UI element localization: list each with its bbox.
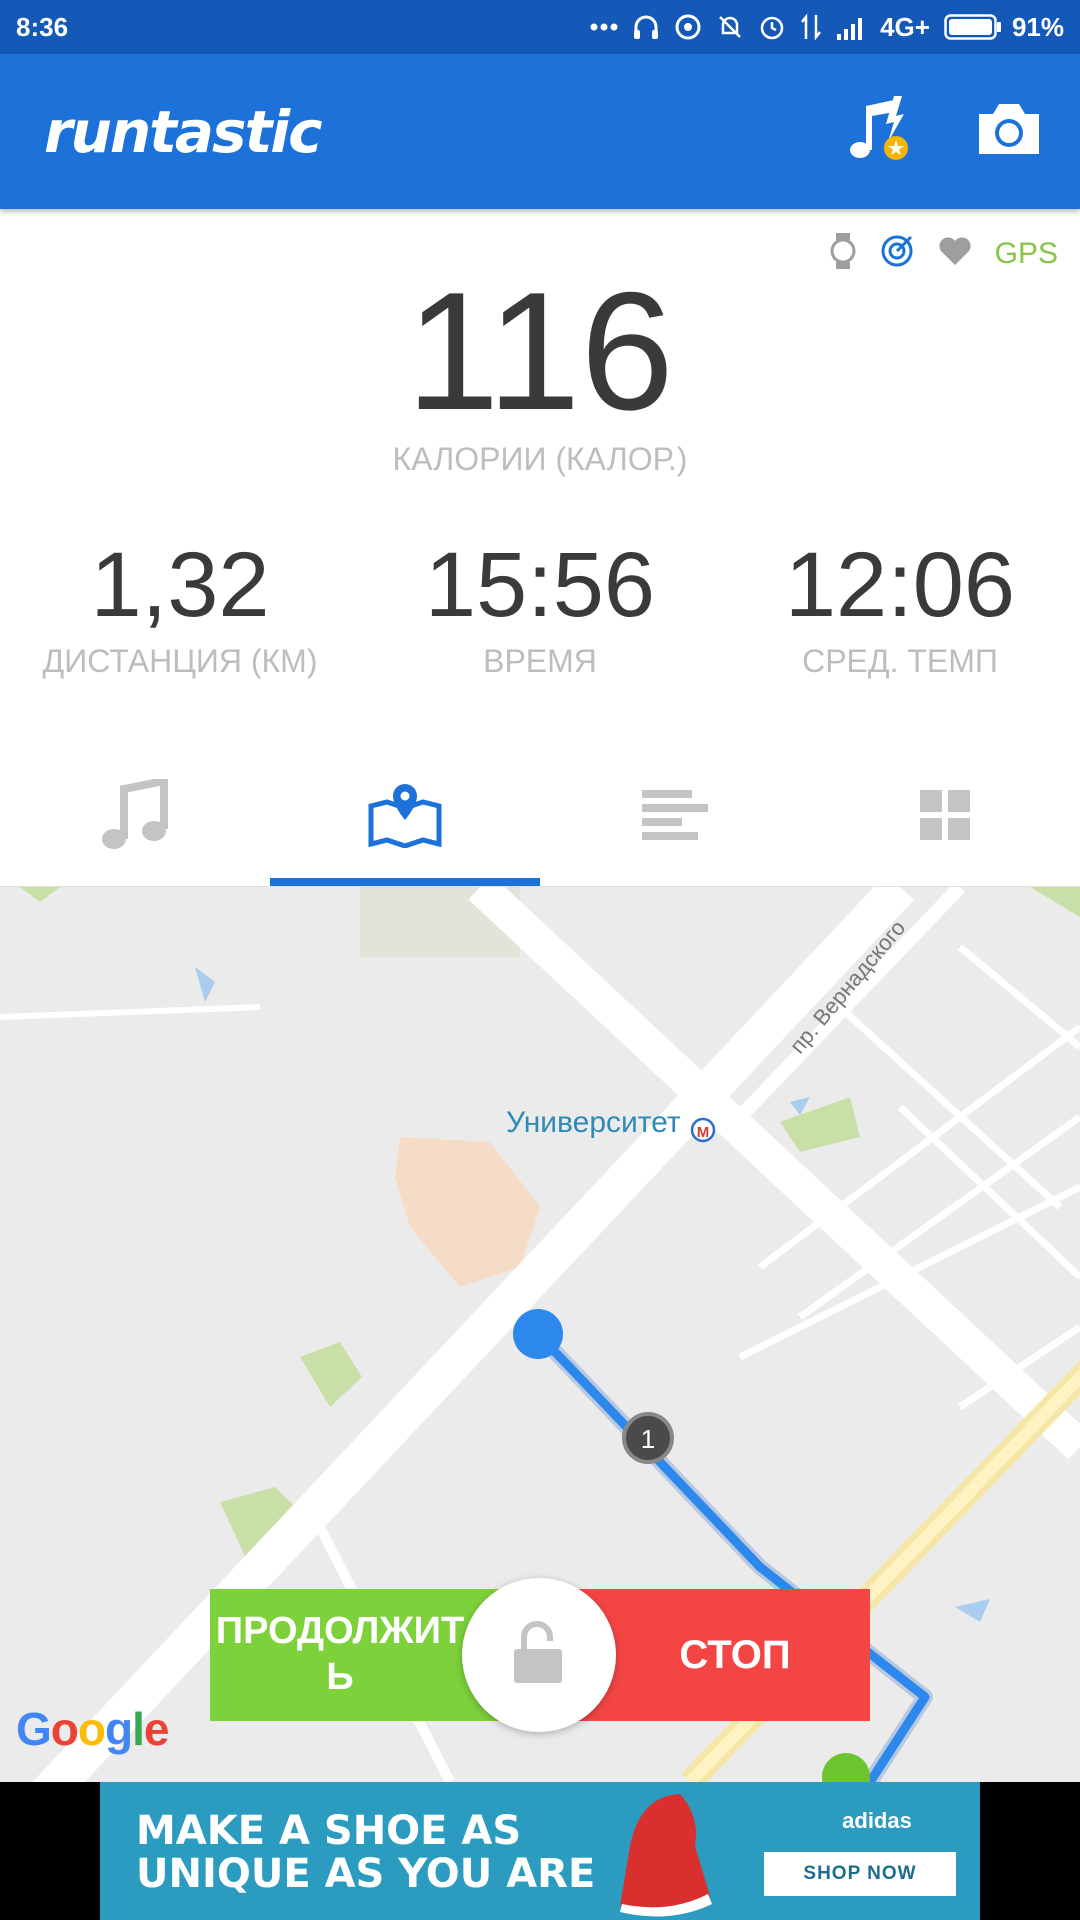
- distance-label: ДИСТАНЦИЯ (КМ): [42, 643, 318, 679]
- headphones-icon: [632, 13, 660, 41]
- battery-icon: [944, 14, 1002, 40]
- unlock-slider[interactable]: [462, 1578, 616, 1732]
- stats-panel: GPS 116 КАЛОРИИ (КАЛОР.) 1,32 ДИСТАНЦИЯ …: [0, 209, 1080, 749]
- view-tabs: [0, 749, 1080, 887]
- camera-button[interactable]: [972, 95, 1046, 169]
- tab-music[interactable]: [0, 749, 270, 886]
- calories-label: КАЛОРИИ (КАЛОР.): [392, 441, 688, 477]
- stop-label: СТОП: [679, 1632, 791, 1677]
- ad-bar: MAKE A SHOE AS UNIQUE AS YOU ARE adidas …: [0, 1782, 1080, 1920]
- status-time: 8:36: [16, 11, 69, 42]
- ad-headline: MAKE A SHOE AS UNIQUE AS YOU ARE: [136, 1808, 596, 1898]
- mute-bell-icon: [716, 13, 744, 41]
- adidas-logo: adidas: [842, 1808, 912, 1833]
- hotspot-icon: [674, 13, 702, 41]
- shoe-image: [620, 1794, 712, 1917]
- status-bar: 8:36 4G+ 91%: [0, 0, 1080, 54]
- time-metric: 15:56 ВРЕМЯ: [360, 539, 720, 680]
- split-marker[interactable]: 1: [641, 1424, 655, 1454]
- bars-icon: [640, 788, 710, 847]
- google-attribution: Google: [16, 1703, 169, 1755]
- metro-letter: М: [697, 1124, 710, 1141]
- calories-value: 116: [406, 257, 674, 445]
- music-note-icon: [100, 776, 170, 856]
- continue-label: ПРОДОЛЖИТ Ь: [215, 1610, 465, 1698]
- tab-splits[interactable]: [540, 749, 810, 886]
- grid-icon: [918, 788, 972, 847]
- tab-dashboard[interactable]: [810, 749, 1080, 886]
- more-icon: [590, 22, 618, 32]
- alarm-icon: [758, 13, 786, 41]
- tab-map[interactable]: [270, 749, 540, 886]
- signal-icon: [836, 14, 866, 40]
- unlock-icon: [512, 1620, 566, 1690]
- camera-icon: [975, 102, 1043, 161]
- pace-metric: 12:06 СРЕД. ТЕМП: [720, 539, 1080, 680]
- app-logo: runtastic: [44, 97, 323, 166]
- ad-banner[interactable]: MAKE A SHOE AS UNIQUE AS YOU ARE adidas …: [100, 1782, 980, 1920]
- distance-metric: 1,32 ДИСТАНЦИЯ (КМ): [0, 539, 360, 680]
- shop-now-button[interactable]: SHOP NOW: [764, 1852, 956, 1896]
- pace-value: 12:06: [784, 534, 1016, 636]
- music-boost-icon: [848, 94, 914, 169]
- distance-value: 1,32: [90, 534, 270, 636]
- time-value: 15:56: [424, 534, 656, 636]
- gps-status: GPS: [994, 236, 1058, 270]
- data-transfer-icon: [800, 13, 822, 41]
- map-icon: [367, 782, 443, 853]
- app-bar: runtastic: [0, 54, 1080, 209]
- battery-percent: 91%: [1011, 11, 1064, 42]
- network-type: 4G+: [880, 11, 930, 42]
- time-label: ВРЕМЯ: [483, 643, 597, 679]
- station-label: Университет: [506, 1106, 681, 1139]
- music-boost-button[interactable]: [844, 95, 918, 169]
- pace-label: СРЕД. ТЕМП: [802, 643, 998, 679]
